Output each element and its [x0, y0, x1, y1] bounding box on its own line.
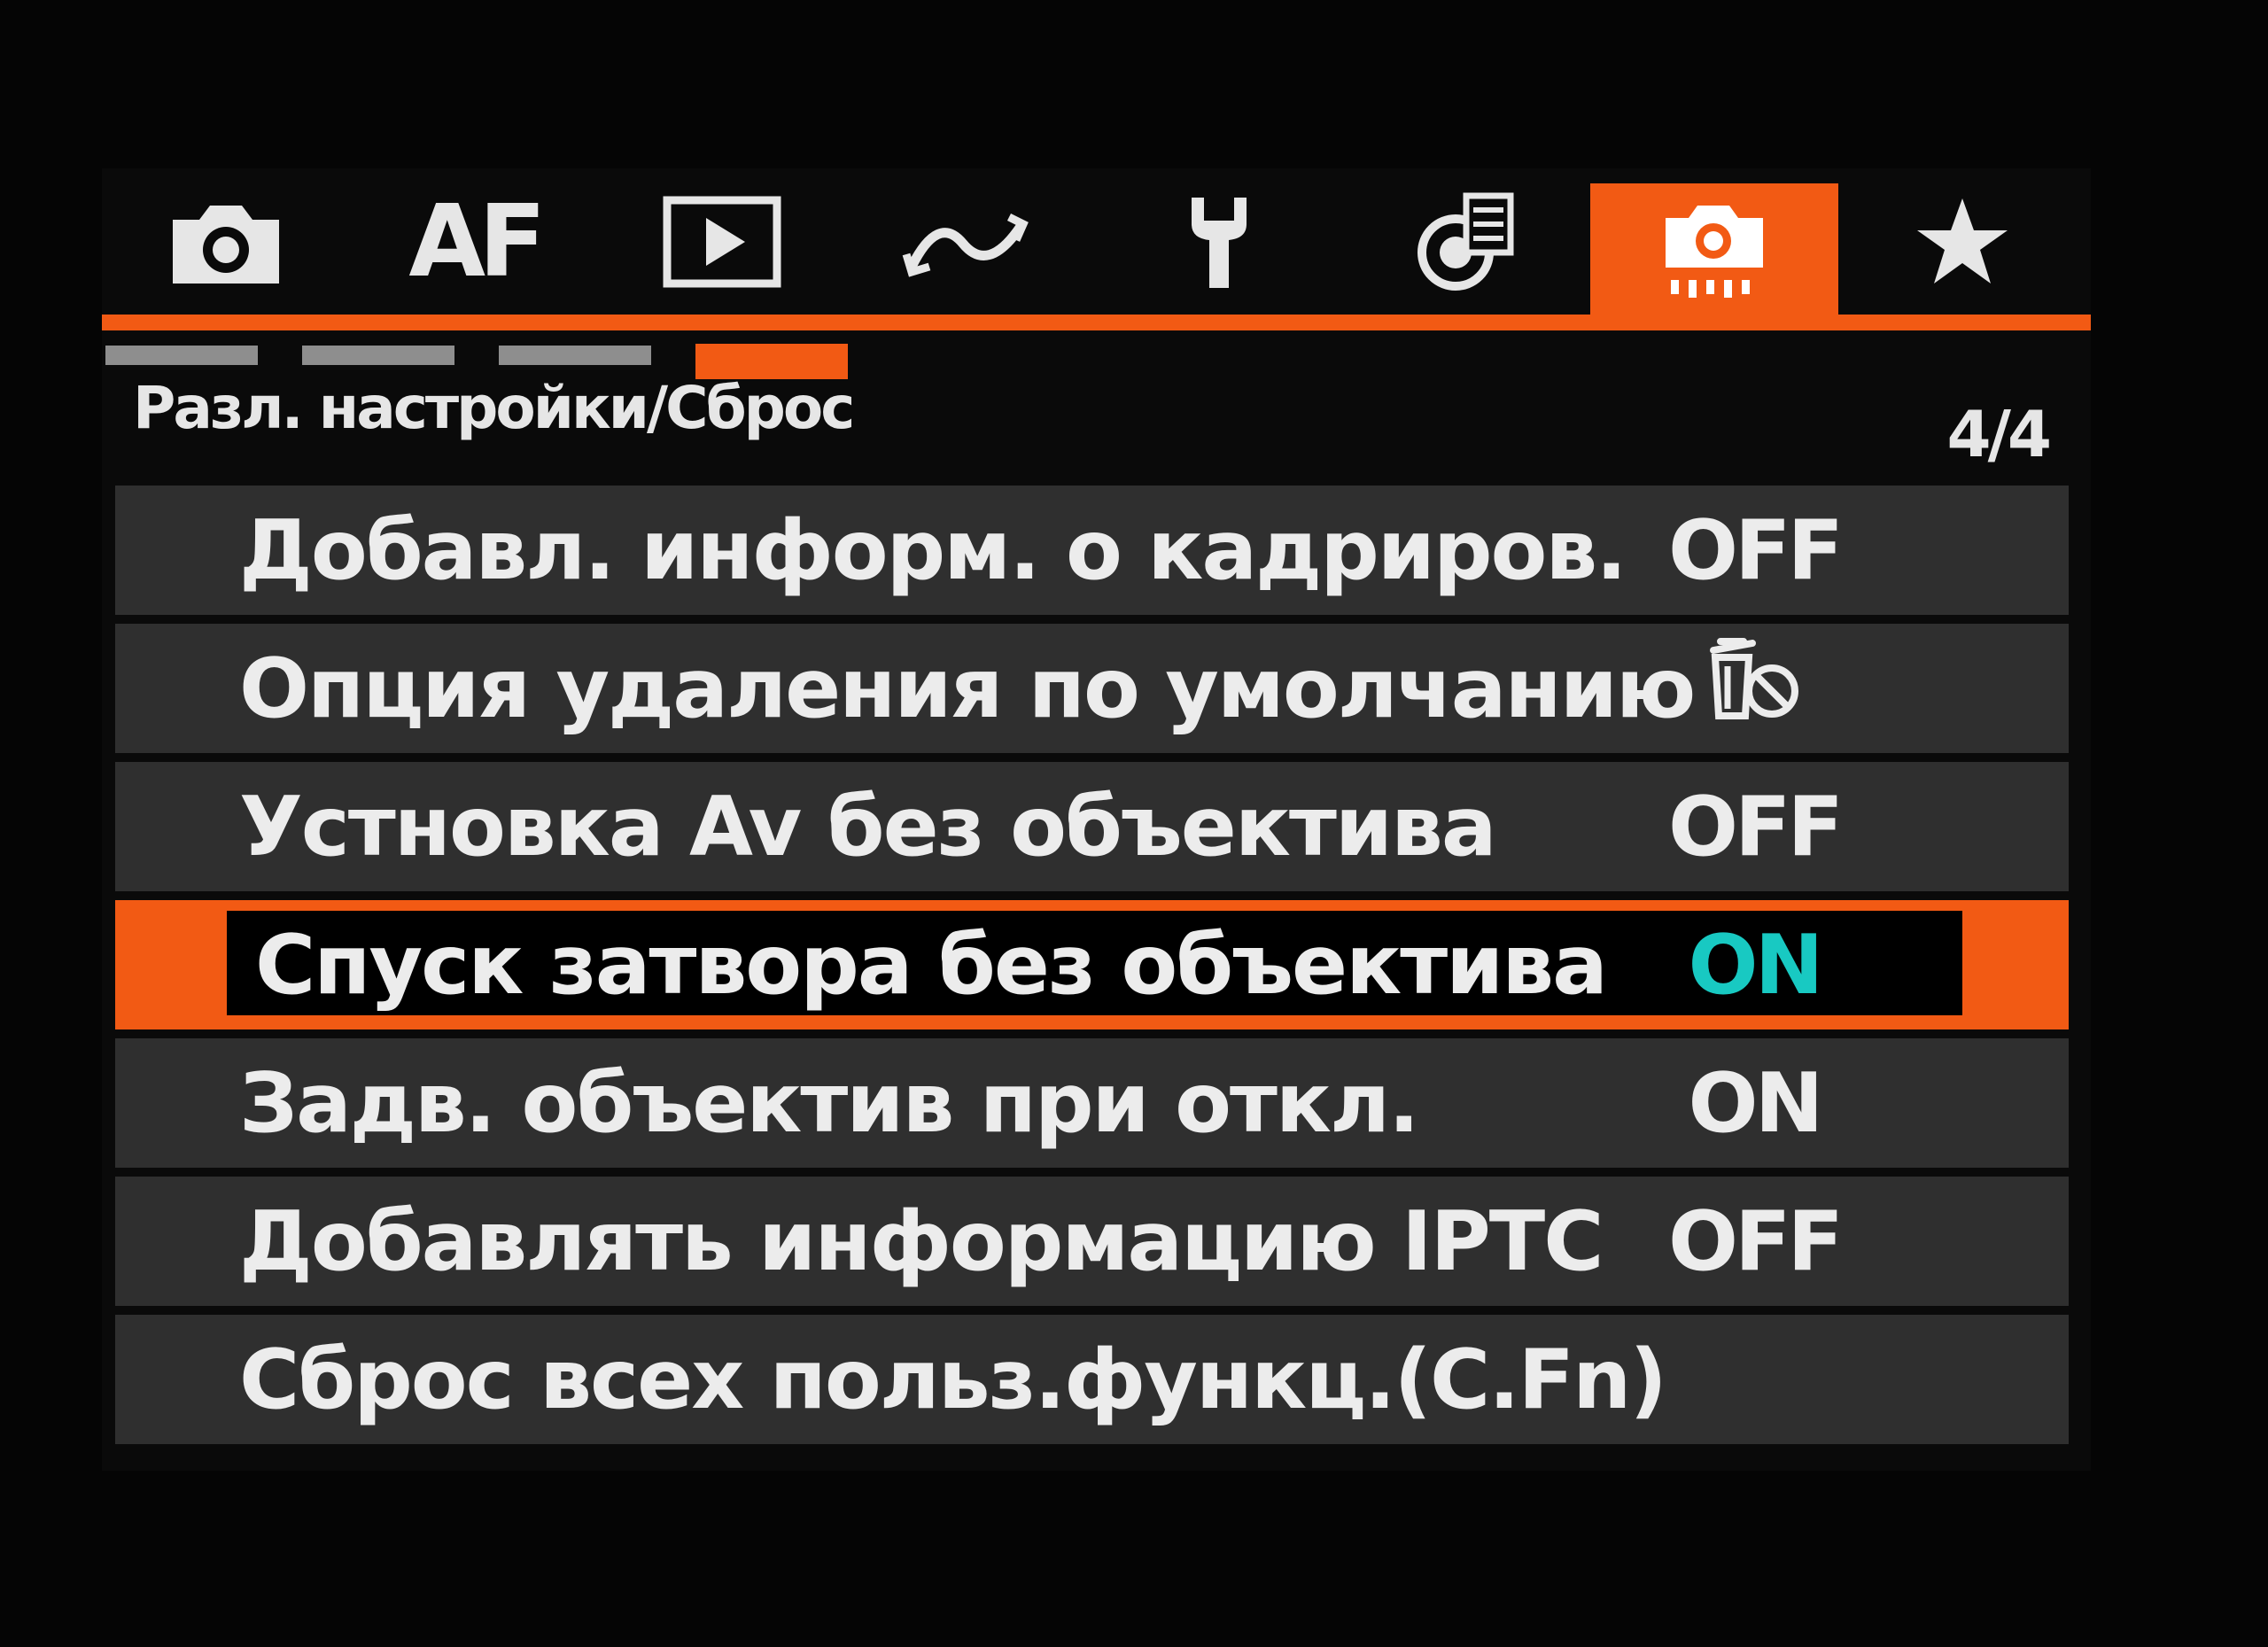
menu-item-label: Устновка Av без объектива — [239, 779, 1497, 874]
menu-tab-bar: AF — [102, 168, 2091, 332]
menu-item-value: OFF — [1667, 502, 1844, 598]
wrench-icon — [1192, 197, 1247, 288]
menu-item-value: ON — [1688, 917, 1824, 1013]
tab-af[interactable]: AF — [350, 168, 598, 315]
dial-list-icon — [1418, 192, 1514, 291]
page-indicator-2[interactable] — [302, 346, 454, 365]
camera-custom-icon — [1666, 206, 1763, 298]
menu-item-av-without-lens[interactable]: Устновка Av без объектива OFF — [115, 762, 2069, 891]
page-indicator-1[interactable] — [105, 346, 258, 365]
tab-my-menu[interactable] — [1838, 168, 2086, 315]
menu-item-value: OFF — [1667, 1193, 1844, 1289]
menu-item-label: Задв. объектив при откл. — [239, 1055, 1419, 1151]
menu-item-label: Опция удаления по умолчанию — [239, 641, 1696, 736]
section-title: Разл. настройки/Сброс — [133, 374, 855, 442]
tab-setup[interactable] — [1094, 168, 1342, 315]
menu-item-label: Добавл. информ. о кадриров. — [239, 502, 1627, 598]
tab-playback[interactable] — [598, 168, 846, 315]
tab-camera[interactable] — [102, 168, 350, 315]
tab-custom-functions[interactable] — [1590, 183, 1838, 316]
menu-item-release-without-lens[interactable]: Спуск затвора без объектива ON — [115, 900, 2069, 1029]
menu-item-value: ON — [1688, 1055, 1824, 1151]
menu-item-label: Спуск затвора без объектива — [255, 917, 1608, 1013]
menu-item-default-erase-option[interactable]: Опция удаления по умолчанию — [115, 624, 2069, 753]
menu-item-label: Добавлять информацию IPTC — [239, 1193, 1604, 1289]
menu-item-label: Сброс всех польз.функц.(C.Fn) — [239, 1332, 1667, 1427]
tab-af-label: AF — [408, 183, 546, 299]
menu-item-retract-lens[interactable]: Задв. объектив при откл. ON — [115, 1038, 2069, 1168]
page-indicator-3[interactable] — [499, 346, 651, 365]
menu-item-reset-custom-functions[interactable]: Сброс всех польз.функц.(C.Fn) — [115, 1315, 2069, 1444]
menu-item-framing-info[interactable]: Добавл. информ. о кадриров. OFF — [115, 486, 2069, 615]
settings-menu: Добавл. информ. о кадриров. OFF Опция уд… — [115, 486, 2069, 1453]
tab-wireless[interactable] — [846, 168, 1094, 315]
wireless-icon — [902, 213, 1029, 277]
play-icon — [663, 196, 781, 287]
tab-bar-underline — [102, 315, 2091, 330]
tab-custom-shooting[interactable] — [1342, 168, 1590, 315]
menu-item-iptc-info[interactable]: Добавлять информацию IPTC OFF — [115, 1177, 2069, 1306]
menu-item-value — [1657, 634, 1852, 742]
page-number: 4/4 — [1946, 397, 2052, 471]
star-icon — [1917, 198, 2008, 284]
menu-item-value: OFF — [1667, 779, 1844, 874]
camera-menu-screen: AF Разл. настройки/Сброс 4/4 Добавл. инф… — [102, 168, 2091, 1471]
camera-icon — [173, 205, 279, 284]
erase-cancel-icon — [1710, 638, 1798, 719]
